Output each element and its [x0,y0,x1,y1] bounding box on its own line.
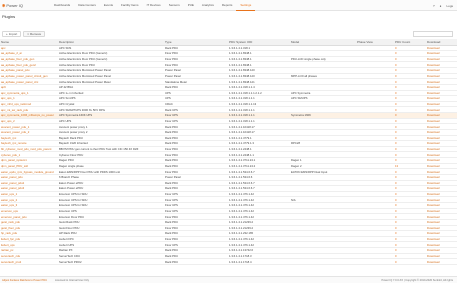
plus-icon: + [6,31,8,36]
nav-it-devices[interactable]: IT Devices [143,0,165,11]
row-pdu-count: 0 [394,258,426,265]
plugins-table: Name Description Type PDU System OID Mod… [0,39,457,265]
search-input[interactable] [413,30,453,37]
top-bar: ✱ Power IQ Dashboards Data Centers Event… [0,0,457,11]
table-row[interactable]: servertech_pro2 ServerTech PRO2 Rack PDU 1.… [0,258,457,265]
user-menu[interactable]: Logs [446,4,453,8]
nav-dashboards[interactable]: Dashboards [50,0,74,11]
top-right-tools: ? ● Logs [433,0,453,11]
remove-label: Remove [30,31,42,36]
row-name[interactable]: apc_symmetra_1096_mlbamps_no_power [0,112,58,119]
row-download-link[interactable]: Download [426,258,457,265]
logo-mark-icon: ✱ [2,2,6,8]
row-model [290,258,356,265]
page-title: Plugins [2,13,16,19]
plugins-table-container: Name Description Type PDU System OID Mod… [0,39,457,274]
footer-links: Adjust Fanless Rainbow to Power PDU Lice… [0,279,89,282]
toolbar: + Import × Remove [0,29,457,38]
footer-copyright: Power IQ 7.0.0-XX | Copyright © 2010-202… [381,278,453,282]
remove-button[interactable]: × Remove [23,30,46,37]
help-icon[interactable]: ? [433,4,435,8]
remove-icon: × [27,31,30,36]
nav-sensors[interactable]: Sensors [165,0,184,11]
row-description: ServerTech PRO2 [58,258,164,265]
row-oid: 1.3.6.1.4.1.1718.4 [228,258,290,265]
page-header: Plugins [0,11,457,21]
nav-pue[interactable]: PUE [184,0,198,11]
row-name[interactable]: eaton_epdu_rpm_bypass_module_ground [0,168,58,175]
row-name[interactable]: bb_cyberex_mod_pdu_mod_pdu_parent [0,146,58,153]
import-button[interactable]: + Import [2,30,22,37]
user-icon[interactable]: ● [440,4,442,8]
nav-settings[interactable]: Settings [236,0,256,11]
table-body: apc APC SNS Rack PDU 1.3.6.1.4.1.318.1 0 Down… [0,45,457,265]
footer-link-2: Licensed to Internal Use Only [54,278,90,282]
nav-data-centers[interactable]: Data Centers [74,0,100,11]
app-brand: Power IQ [6,2,24,8]
row-name[interactable]: servertech_pro2 [0,258,58,265]
row-type: Rack PDU [164,258,228,265]
import-label: Import [8,31,18,36]
row-phase-view [356,258,394,265]
nav-facility-items[interactable]: Facility Items [117,0,143,11]
footer: Adjust Fanless Rainbow to Power PDU Lice… [0,276,457,283]
app-logo[interactable]: ✱ Power IQ [0,3,50,8]
main-nav: Dashboards Data Centers Events Facility … [50,0,256,11]
footer-link-1[interactable]: Adjust Fanless Rainbow to Power PDU [2,279,47,282]
nav-events[interactable]: Events [100,0,117,11]
nav-reports[interactable]: Reports [218,0,237,11]
nav-analytics[interactable]: Analytics [198,0,218,11]
